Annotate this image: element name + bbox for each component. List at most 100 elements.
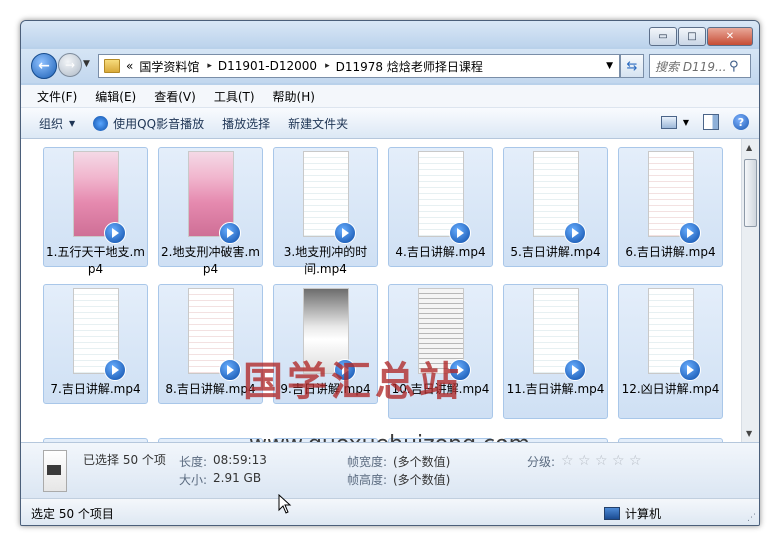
selection-thumbnail [43, 450, 67, 492]
qq-player-icon [449, 222, 471, 244]
qq-player-icon [219, 359, 241, 381]
breadcrumb-separator-icon[interactable]: ▸ [325, 61, 330, 71]
status-bar: 选定 50 个项目 计算机 ⋰ [21, 498, 759, 525]
menu-view[interactable]: 查看(V) [154, 88, 196, 105]
file-tile[interactable]: 2.地支刑冲破害.mp4 [158, 147, 263, 276]
vertical-scrollbar[interactable]: ▲ ▼ [741, 139, 759, 442]
recent-pages-dropdown[interactable]: ▼ [83, 59, 90, 69]
file-name: 12.凶日讲解.mp4 [621, 382, 720, 396]
toolbar-right: ▼ ? [660, 114, 749, 130]
rating-star-icon[interactable]: ☆ [629, 453, 642, 469]
breadcrumb-item-1[interactable]: 国学资料馆 [139, 58, 199, 75]
length-value: 08:59:13 [213, 453, 267, 467]
details-pane: 已选择 50 个项 长度: 08:59:13 大小: 2.91 GB 帧宽度: … [21, 442, 759, 498]
frame-height-value: (多个数值) [393, 473, 451, 487]
file-list[interactable]: 1.五行天干地支.mp4 2.地支刑冲破害.mp4 3.地支刑冲的时间.mp4 4.吉… [21, 139, 759, 442]
qq-player-icon [219, 222, 241, 244]
rating-label: 分级: [527, 455, 556, 469]
qq-player-icon [93, 115, 109, 131]
change-view-button[interactable]: ▼ [660, 115, 689, 129]
chevron-down-icon: ▼ [682, 117, 689, 127]
close-button[interactable]: ✕ [707, 27, 753, 46]
file-name: 4.吉日讲解.mp4 [395, 245, 486, 259]
organize-button[interactable]: 组织 ▼ [39, 115, 75, 132]
explorer-window: ▭ □ ✕ ← → ▼ « 国学资料馆 ▸ D11901-D12000 ▸ D1… [20, 20, 760, 526]
frame-height-label: 帧高度: [347, 473, 388, 487]
organize-label: 组织 [39, 116, 64, 131]
file-name: 3.地支刑冲的时间.mp4 [283, 245, 368, 276]
file-tile[interactable]: 3.地支刑冲的时间.mp4 [273, 147, 378, 276]
file-name: 5.吉日讲解.mp4 [510, 245, 601, 259]
title-bar[interactable]: ▭ □ ✕ [21, 21, 759, 47]
file-name: 2.地支刑冲破害.mp4 [161, 245, 260, 276]
file-name: 6.吉日讲解.mp4 [625, 245, 716, 259]
menu-bar: 文件(F) 编辑(E) 查看(V) 工具(T) 帮助(H) [21, 85, 759, 108]
rating-star-icon[interactable]: ☆ [595, 453, 608, 469]
address-dropdown-icon[interactable]: ▼ [606, 61, 613, 71]
file-tile[interactable]: 12.凶日讲解.mp4 [618, 284, 723, 419]
status-location-label: 计算机 [625, 507, 662, 521]
back-button[interactable]: ← [31, 53, 57, 79]
qq-player-icon [679, 222, 701, 244]
breadcrumb-item-2[interactable]: D11901-D12000 [218, 59, 317, 73]
breadcrumb-item-3[interactable]: D11978 焓焓老师择日课程 [336, 58, 483, 75]
command-bar: 组织 ▼ 使用QQ影音播放 播放选择 新建文件夹 ▼ ? [21, 108, 759, 139]
scroll-up-icon[interactable]: ▲ [746, 143, 752, 152]
play-selection-label: 播放选择 [222, 116, 271, 131]
view-icon [660, 115, 677, 129]
selected-count: 已选择 50 个项 [83, 453, 166, 467]
resize-grip-icon[interactable]: ⋰ [747, 513, 756, 523]
play-with-qq-label: 使用QQ影音播放 [113, 116, 205, 131]
rating-star-icon[interactable]: ☆ [561, 453, 574, 469]
forward-button[interactable]: → [58, 53, 82, 77]
chevron-down-icon: ▼ [69, 118, 76, 128]
address-bar[interactable]: « 国学资料馆 ▸ D11901-D12000 ▸ D11978 焓焓老师择日课… [98, 54, 620, 78]
play-with-qq-button[interactable]: 使用QQ影音播放 [93, 115, 204, 132]
search-input[interactable]: 搜索 D119... ⚲ [649, 54, 751, 78]
rating-star-icon[interactable]: ☆ [578, 453, 591, 469]
back-arrow-icon: ← [38, 58, 50, 74]
file-name: 11.吉日讲解.mp4 [506, 382, 605, 396]
file-tile[interactable]: 7.吉日讲解.mp4 [43, 284, 148, 404]
preview-pane-button[interactable] [703, 114, 719, 130]
menu-edit[interactable]: 编辑(E) [95, 88, 136, 105]
file-tile[interactable]: 5.吉日讲解.mp4 [503, 147, 608, 267]
qq-player-icon [564, 222, 586, 244]
qq-player-icon [334, 222, 356, 244]
file-tile[interactable]: 6.吉日讲解.mp4 [618, 147, 723, 267]
qq-player-icon [679, 359, 701, 381]
breadcrumb-separator-icon[interactable]: ▸ [207, 61, 212, 71]
file-tile[interactable]: 1.五行天干地支.mp4 [43, 147, 148, 276]
new-folder-button[interactable]: 新建文件夹 [288, 115, 348, 132]
refresh-button[interactable]: ⇆ [620, 54, 644, 78]
watermark-url: www.guoxuehuizong.com [249, 432, 530, 442]
refresh-icon: ⇆ [626, 58, 638, 74]
rating-star-icon[interactable]: ☆ [612, 453, 625, 469]
menu-tools[interactable]: 工具(T) [214, 88, 255, 105]
qq-player-icon [104, 222, 126, 244]
scrollbar-thumb[interactable] [744, 159, 757, 227]
help-button[interactable]: ? [733, 114, 749, 130]
maximize-button[interactable]: □ [678, 27, 706, 46]
frame-width-value: (多个数值) [393, 455, 451, 469]
breadcrumb-overflow[interactable]: « [126, 59, 133, 73]
cursor-arrow-icon [278, 494, 292, 514]
menu-help[interactable]: 帮助(H) [273, 88, 315, 105]
frame-width-label: 帧宽度: [347, 455, 388, 469]
file-tile[interactable]: 4.吉日讲解.mp4 [388, 147, 493, 267]
status-location: 计算机 [604, 505, 661, 522]
scroll-down-icon[interactable]: ▼ [746, 429, 752, 438]
size-value: 2.91 GB [213, 471, 262, 485]
folder-icon [104, 59, 120, 73]
qq-player-icon [104, 359, 126, 381]
chevron-down-icon: ▼ [83, 59, 90, 69]
file-tile[interactable]: 11.吉日讲解.mp4 [503, 284, 608, 419]
search-icon[interactable]: ⚲ [729, 59, 739, 74]
forward-arrow-icon: → [64, 58, 76, 72]
file-name: 7.吉日讲解.mp4 [50, 382, 141, 396]
minimize-button[interactable]: ▭ [649, 27, 677, 46]
menu-file[interactable]: 文件(F) [37, 88, 77, 105]
play-selection-button[interactable]: 播放选择 [222, 115, 270, 132]
qq-player-icon [564, 359, 586, 381]
size-label: 大小: [179, 473, 208, 487]
